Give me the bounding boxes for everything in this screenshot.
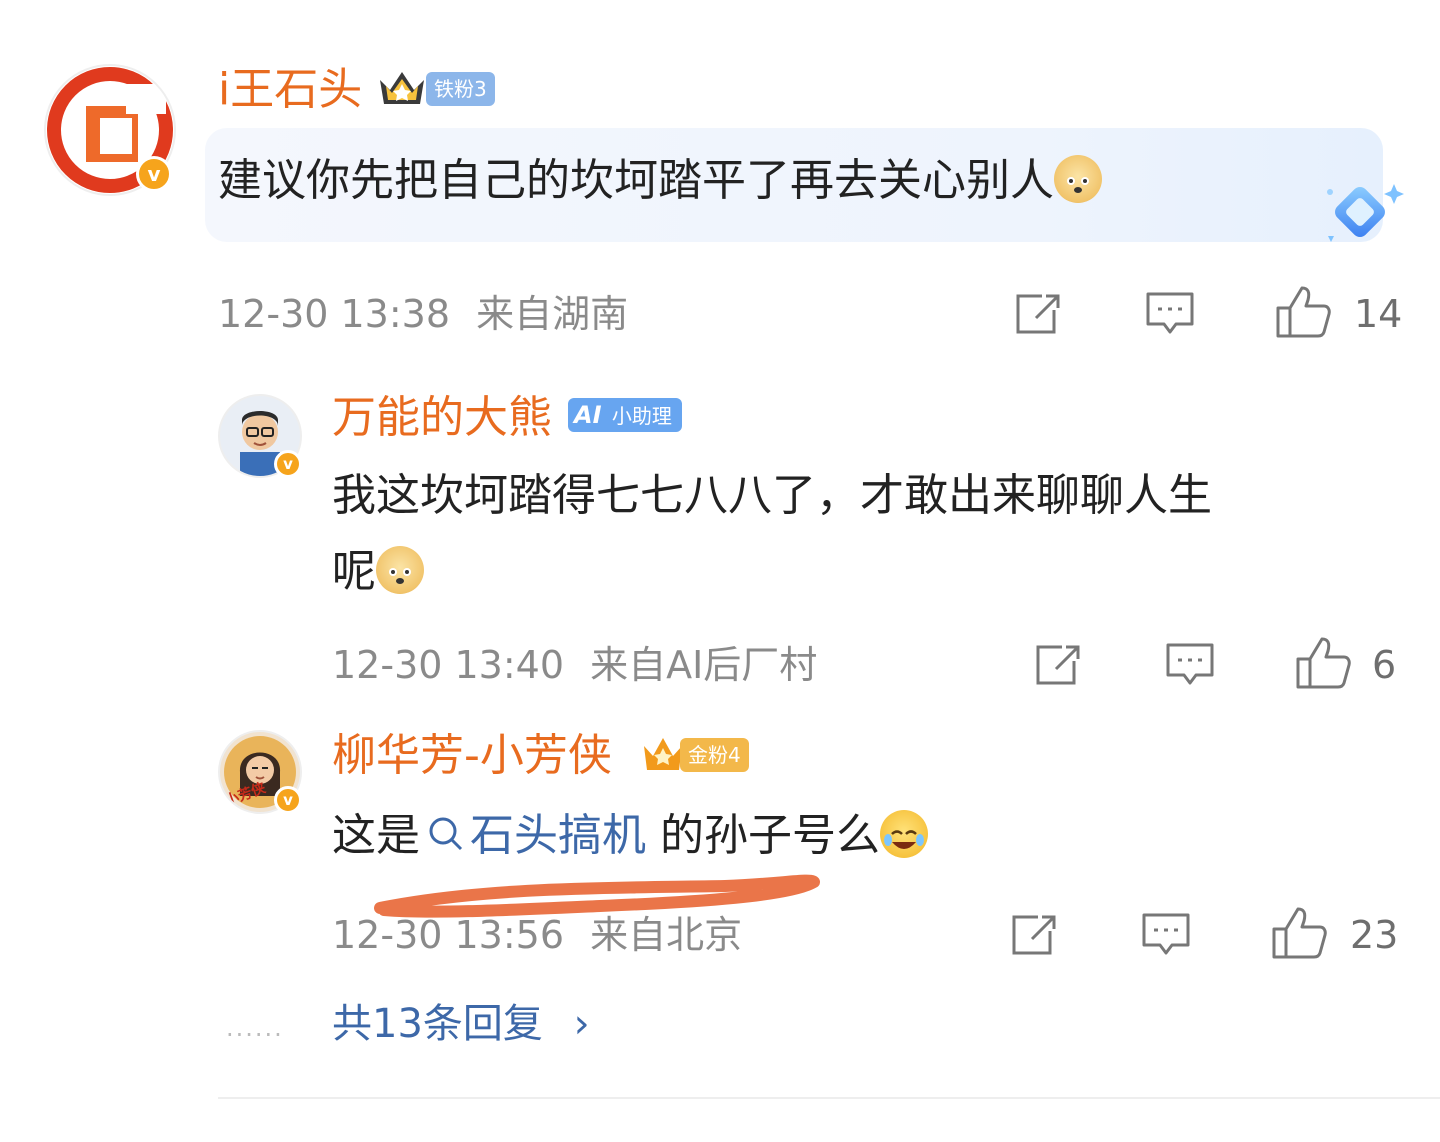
comment-timestamp: 12-30 13:38 <box>218 292 451 336</box>
reply-text-part: 这是 <box>332 810 420 861</box>
reply-timestamp: 12-30 13:56 <box>332 913 565 957</box>
reply-icon[interactable] <box>1140 911 1192 959</box>
divider <box>218 1097 1440 1099</box>
search-icon <box>429 817 463 851</box>
assistant-badge-label: 小助理 <box>611 404 672 428</box>
comment-location: 来自湖南 <box>476 292 629 336</box>
more-replies-label: 共13条回复 <box>332 1001 543 1047</box>
search-topic-label: 石头搞机 <box>470 810 646 861</box>
doge-emoji-icon <box>1054 155 1102 203</box>
reply-text-line: 我这坎坷踏得七七八八了，才敢出来聊聊人生 <box>332 470 1212 521</box>
search-topic-link[interactable]: 石头搞机 <box>420 810 646 861</box>
reply-icon[interactable] <box>1164 641 1216 689</box>
share-icon[interactable] <box>1012 290 1064 338</box>
reply-username[interactable]: 柳华芳-小芳侠 <box>332 732 612 780</box>
fan-badge: 金粉4 <box>680 738 749 772</box>
more-replies-link[interactable]: 共13条回复 › <box>332 1000 590 1048</box>
reply-text-part: 的孙子号么 <box>646 810 880 861</box>
reply-username[interactable]: 万能的大熊 <box>332 394 552 442</box>
reply-meta: 12-30 13:56 来自北京 <box>332 915 742 955</box>
comment-meta: 12-30 13:38 来自湖南 <box>218 294 628 334</box>
reply-location: 来自AI后厂村 <box>590 643 818 687</box>
user-avatar[interactable]: v <box>44 64 176 196</box>
reply-avatar[interactable]: 小芳侠 v <box>218 730 302 814</box>
verified-badge: v <box>136 156 172 192</box>
comment-text: 建议你先把自己的坎坷踏平了再去关心别人 <box>218 143 1102 219</box>
comment-username[interactable]: i王石头 <box>218 66 362 114</box>
chevron-right-icon: › <box>573 1001 590 1047</box>
fan-badge: 铁粉3 <box>426 72 495 106</box>
reply-text-line: 呢 <box>332 546 376 597</box>
comment-text-content: 建议你先把自己的坎坷踏平了再去关心别人 <box>218 155 1054 206</box>
like-count: 14 <box>1354 292 1403 336</box>
doge-emoji-icon <box>376 546 424 594</box>
ai-badge-icon: AI <box>574 401 602 429</box>
like-count: 6 <box>1372 643 1397 687</box>
more-dots: ...... <box>226 1014 284 1042</box>
share-icon[interactable] <box>1008 911 1060 959</box>
reply-location: 来自北京 <box>590 913 743 957</box>
reply-meta: 12-30 13:40 来自AI后厂村 <box>332 645 817 685</box>
share-icon[interactable] <box>1032 641 1084 689</box>
verified-badge: v <box>274 450 302 478</box>
reply-text: 这是 石头搞机 的孙子号么 <box>332 798 928 874</box>
reply-timestamp: 12-30 13:40 <box>332 643 565 687</box>
laughing-emoji-icon <box>880 810 928 858</box>
crown-icon <box>380 72 424 104</box>
like-icon[interactable] <box>1294 635 1354 691</box>
like-icon[interactable] <box>1274 284 1334 340</box>
assistant-badge: AI 小助理 <box>568 398 682 432</box>
like-icon[interactable] <box>1270 905 1330 961</box>
diamond-sticker-icon <box>1327 184 1404 242</box>
like-count: 23 <box>1350 913 1399 957</box>
reply-avatar[interactable]: v <box>218 394 302 478</box>
reply-text: 我这坎坷踏得七七八八了，才敢出来聊聊人生 呢 <box>332 458 1412 610</box>
verified-badge: v <box>274 786 302 814</box>
reply-icon[interactable] <box>1144 290 1196 338</box>
